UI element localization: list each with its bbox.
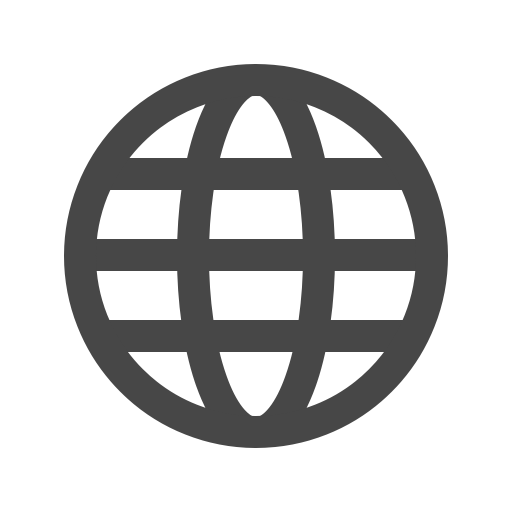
icon-canvas [0, 0, 512, 512]
globe-icon [64, 64, 448, 448]
